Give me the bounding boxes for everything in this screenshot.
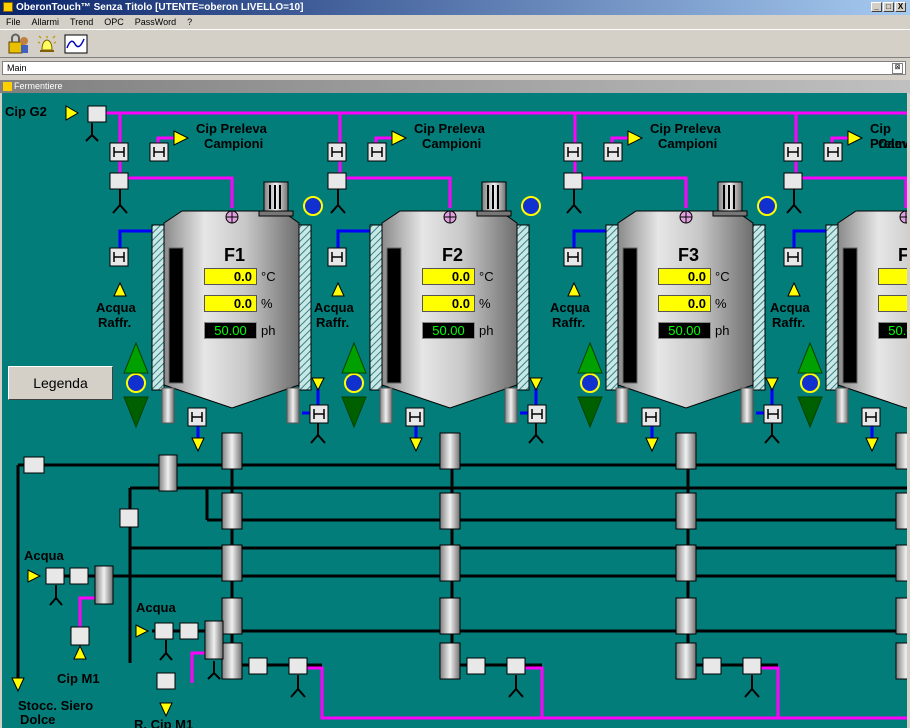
tank-name: F1 bbox=[224, 245, 246, 265]
level-up-arrow-icon[interactable] bbox=[797, 341, 823, 374]
level-down-arrow-icon[interactable] bbox=[797, 396, 823, 429]
label-acqua-1: Acqua bbox=[24, 548, 64, 563]
info-icon[interactable] bbox=[521, 196, 541, 216]
level-unit: % bbox=[715, 296, 727, 311]
ph-value: 50.00 bbox=[204, 322, 257, 339]
label-campioni: Campioni bbox=[658, 136, 718, 151]
label-cip-g2: Cip G2 bbox=[5, 104, 47, 119]
ph-value: 50.00 bbox=[422, 322, 475, 339]
info-icon[interactable] bbox=[580, 373, 600, 393]
temperature-value: 0.0 bbox=[422, 268, 475, 285]
temperature-unit: °C bbox=[261, 269, 276, 284]
menu-bar: File Allarmi Trend OPC PassWord ? bbox=[0, 15, 910, 29]
maximize-button[interactable]: □ bbox=[883, 2, 894, 12]
level-up-arrow-icon[interactable] bbox=[123, 341, 149, 374]
label-raffr: Raffr. bbox=[772, 315, 806, 330]
label-acqua: Acqua bbox=[770, 300, 810, 315]
menu-file[interactable]: File bbox=[6, 15, 21, 29]
toolbar bbox=[0, 29, 910, 58]
menu-help[interactable]: ? bbox=[187, 15, 192, 29]
level-value: 0.0 bbox=[658, 295, 711, 312]
legenda-button[interactable]: Legenda bbox=[8, 366, 113, 400]
temperature-unit: °C bbox=[715, 269, 730, 284]
tank-name: F3 bbox=[678, 245, 700, 265]
level-value: 0.0 bbox=[204, 295, 257, 312]
label-acqua: Acqua bbox=[550, 300, 590, 315]
label-campioni: Campioni bbox=[878, 136, 907, 151]
ph-unit: ph bbox=[479, 323, 494, 338]
level-up-arrow-icon[interactable] bbox=[341, 341, 367, 374]
subwindow-title-bar: Fermentiere bbox=[0, 80, 910, 93]
level-down-arrow-icon[interactable] bbox=[341, 396, 367, 429]
menu-opc[interactable]: OPC bbox=[104, 15, 124, 29]
close-button[interactable]: X bbox=[895, 2, 906, 12]
temperature-value: 0.0 bbox=[878, 268, 907, 285]
tank-4 bbox=[783, 130, 907, 680]
subwindow-title: Fermentiere bbox=[14, 81, 63, 91]
label-raffr: Raffr. bbox=[98, 315, 132, 330]
level-unit: % bbox=[479, 296, 491, 311]
label-stocc: Stocc. Siero bbox=[18, 698, 94, 713]
temperature-unit: °C bbox=[479, 269, 494, 284]
tank-2 bbox=[327, 130, 547, 698]
subwindow-icon bbox=[3, 82, 12, 91]
label-acqua: Acqua bbox=[96, 300, 136, 315]
level-up-arrow-icon[interactable] bbox=[577, 341, 603, 374]
label-campioni: Campioni bbox=[422, 136, 482, 151]
level-value: 0.0 bbox=[878, 295, 907, 312]
label-raffr: Raffr. bbox=[552, 315, 586, 330]
menu-trend[interactable]: Trend bbox=[70, 15, 93, 29]
level-unit: % bbox=[261, 296, 273, 311]
page-selector-close-icon[interactable]: ⊠ bbox=[892, 63, 903, 74]
menu-allarmi[interactable]: Allarmi bbox=[32, 15, 60, 29]
level-value: 0.0 bbox=[422, 295, 475, 312]
label-campioni: Campioni bbox=[204, 136, 264, 151]
ph-value: 50.00 bbox=[658, 322, 711, 339]
label-cip-preleva: Cip Preleva bbox=[196, 121, 267, 136]
info-icon[interactable] bbox=[800, 373, 820, 393]
label-acqua: Acqua bbox=[314, 300, 354, 315]
label-cip-m1: Cip M1 bbox=[57, 671, 100, 686]
title-bar: OberonTouch™ Senza Titolo [UTENTE=oberon… bbox=[0, 0, 910, 15]
ph-unit: ph bbox=[261, 323, 276, 338]
label-cip-preleva: Cip Preleva bbox=[650, 121, 721, 136]
tank-name: F bbox=[898, 245, 907, 265]
ph-value: 50.00 bbox=[878, 322, 907, 339]
process-pipes bbox=[16, 433, 907, 678]
process-canvas: Cip G2 Acqua Acqua Cip M1 Stocc. Siero D… bbox=[2, 93, 907, 728]
lock-icon[interactable] bbox=[6, 33, 30, 55]
menu-password[interactable]: PassWord bbox=[135, 15, 176, 29]
tank-3 bbox=[563, 130, 783, 698]
ph-unit: ph bbox=[715, 323, 730, 338]
info-icon[interactable] bbox=[303, 196, 323, 216]
page-selector-value: Main bbox=[7, 63, 27, 73]
info-icon[interactable] bbox=[757, 196, 777, 216]
alarm-bell-icon[interactable] bbox=[35, 33, 59, 55]
label-acqua-2: Acqua bbox=[136, 600, 176, 615]
minimize-button[interactable]: _ bbox=[871, 2, 882, 12]
level-down-arrow-icon[interactable] bbox=[577, 396, 603, 429]
label-raffr: Raffr. bbox=[316, 315, 350, 330]
info-icon[interactable] bbox=[344, 373, 364, 393]
label-cip-preleva: Cip Preleva bbox=[414, 121, 485, 136]
page-selector[interactable]: Main ⊠ bbox=[2, 61, 906, 75]
process-diagram bbox=[11, 105, 907, 720]
trend-icon[interactable] bbox=[64, 33, 88, 55]
info-icon[interactable] bbox=[126, 373, 146, 393]
temperature-value: 0.0 bbox=[658, 268, 711, 285]
window-title: OberonTouch™ Senza Titolo [UTENTE=oberon… bbox=[16, 2, 304, 13]
label-r-cip-m1: R. Cip M1 bbox=[134, 717, 194, 728]
tank-name: F2 bbox=[442, 245, 464, 265]
label-dolce: Dolce bbox=[20, 712, 56, 727]
temperature-value: 0.0 bbox=[204, 268, 257, 285]
level-down-arrow-icon[interactable] bbox=[123, 396, 149, 429]
app-icon bbox=[3, 2, 13, 12]
